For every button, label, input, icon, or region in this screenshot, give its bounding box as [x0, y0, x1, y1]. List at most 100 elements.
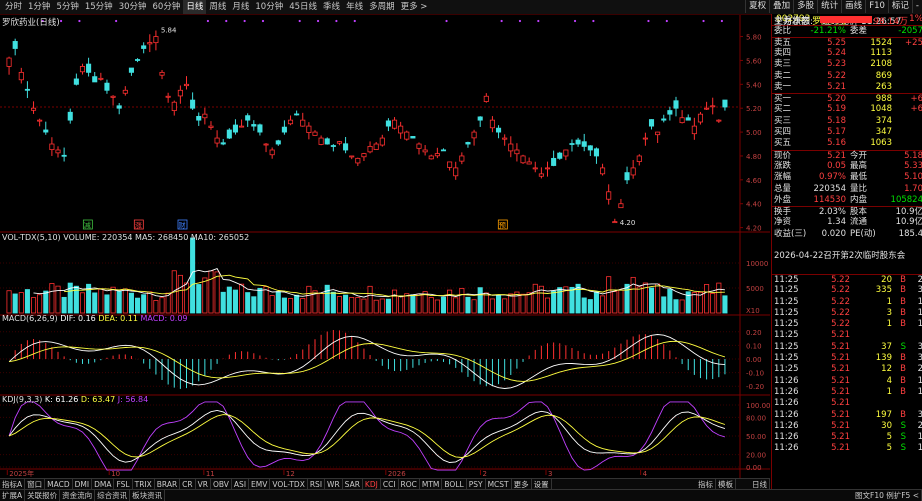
tick-row: 11:25 5.21 139 B 3	[772, 353, 922, 364]
volume-bar	[551, 290, 557, 314]
candle	[324, 137, 330, 145]
tick-row: 11:26 5.21 30 S 2	[772, 421, 922, 432]
candle	[349, 155, 355, 160]
tick-time: 11:26	[774, 386, 799, 397]
extension-tab[interactable]: 资金流向	[60, 490, 96, 501]
price-tick-label: 5.00	[746, 129, 762, 137]
period-tab[interactable]: 10分钟	[252, 0, 286, 14]
tick-price: 5.21	[831, 443, 850, 454]
period-tab[interactable]: 周线	[206, 0, 229, 14]
tick-volume: 5	[886, 443, 892, 454]
tool-button[interactable]: 标记	[887, 0, 912, 13]
volume-bar	[287, 298, 294, 314]
bid-label: 买三	[774, 115, 792, 126]
extension-tab[interactable]: 关联报价	[25, 490, 61, 501]
volume-bar	[667, 288, 673, 314]
candle	[618, 198, 624, 209]
period-tab[interactable]: 1分钟	[25, 0, 53, 14]
volume-bar	[79, 292, 86, 314]
stat-label: 最低	[850, 172, 868, 183]
candle	[153, 30, 159, 51]
period-tab[interactable]: 多周期	[366, 0, 398, 14]
tool-button[interactable]: 多股	[793, 0, 817, 13]
low-annotation: 4.20	[620, 219, 636, 227]
tick-count: 3	[917, 341, 922, 352]
volume-bar	[526, 292, 532, 314]
tool-button[interactable]: F10	[865, 0, 888, 13]
ask-label: 卖二	[774, 70, 792, 81]
macd-tick-label: -0.10	[746, 370, 764, 378]
tool-button[interactable]: 画线	[841, 0, 865, 13]
period-tab[interactable]: 45日线	[286, 0, 320, 14]
period-tab[interactable]: 年线	[343, 0, 366, 14]
event-tag[interactable]: 预	[497, 219, 508, 230]
period-tab[interactable]: 季线	[320, 0, 343, 14]
volume-bar	[624, 283, 630, 314]
bid-volume: 347	[875, 127, 892, 137]
candle	[232, 119, 238, 135]
extension-tab[interactable]: 扩展A	[0, 490, 26, 501]
tool-button[interactable]: 夏权	[745, 0, 769, 13]
signal-dot	[261, 19, 265, 23]
event-tag[interactable]: 减	[82, 219, 93, 230]
tick-count: 1	[917, 319, 922, 330]
price-tick-label: 4.40	[746, 201, 762, 209]
signal-dot	[225, 19, 228, 23]
period-tab[interactable]: 更多 >	[398, 0, 431, 14]
candle	[655, 131, 661, 144]
tick-count: 3	[917, 353, 922, 363]
signal-dot	[445, 19, 448, 23]
period-tab[interactable]: 月线	[229, 0, 252, 14]
date-label: 2	[482, 470, 486, 478]
f10-link[interactable]: 图文F10 例扩F5 <	[853, 490, 922, 501]
volume-bar	[502, 298, 508, 314]
tick-time: 11:26	[774, 432, 799, 443]
period-tab[interactable]: 日线	[183, 0, 207, 14]
volume-bar	[398, 295, 404, 314]
stat-row: 现价 5.21 今开 5.18	[772, 149, 922, 162]
candle	[361, 152, 367, 162]
weibi-row: 委比 -21.21% 委差 -2057	[772, 25, 922, 37]
tool-button[interactable]: 叠加	[769, 0, 793, 13]
tool-button[interactable]: 统计	[817, 0, 841, 13]
period-tab[interactable]: 60分钟	[150, 0, 184, 14]
stat2-row: 净资 1.34 流通 10.9亿	[772, 217, 922, 228]
tool-button[interactable]: -	[911, 0, 922, 13]
period-tab[interactable]: 5分钟	[53, 0, 81, 14]
period-tab[interactable]: 分时	[2, 0, 25, 14]
stat-row: 总量 220354 量比 1.70	[772, 184, 922, 195]
kdj-k: K: 61.26	[44, 395, 79, 404]
tick-row: 11:26 5.21 5 S 1	[772, 443, 922, 454]
extension-tab[interactable]: 综合资讯	[95, 490, 131, 501]
kline-chart-svg[interactable]: 5.80 5.60 5.40 5.20 5.00 4.80 4.60 4.40 4.20 5.84…	[0, 15, 771, 478]
tick-volume: 30	[881, 420, 892, 431]
kdj-j-line	[8, 401, 726, 471]
vol-header: VOL-TDX(5,10) VOLUME: 220354 MA5: 268450…	[2, 233, 249, 242]
kline-chart-area[interactable]: 5.80 5.60 5.40 5.20 5.00 4.80 4.60 4.40 4.20 5.84…	[0, 15, 771, 478]
stat-label: 净资	[774, 217, 792, 228]
candle	[581, 133, 587, 152]
event-tag[interactable]: 涨	[133, 219, 144, 230]
volume-bar	[177, 274, 183, 314]
volume-bar	[12, 293, 18, 314]
volume-bar	[306, 285, 312, 314]
candle	[226, 128, 232, 140]
stat-label: 外盘	[774, 194, 792, 205]
period-tab[interactable]: 15分钟	[82, 0, 116, 14]
bid-price: 5.17	[827, 127, 846, 137]
event-tag[interactable]: 财	[177, 219, 188, 230]
candle	[208, 121, 214, 130]
tick-price: 5.22	[831, 307, 850, 318]
date-label: 3	[548, 470, 552, 478]
tick-direction: B	[900, 375, 906, 386]
tick-row: 11:25 5.21 12 B 2	[772, 364, 922, 375]
tick-price: 5.21	[831, 341, 850, 352]
candle	[447, 161, 453, 171]
volume-bar	[391, 289, 398, 314]
period-tabs: 分时 1分钟 5分钟 15分钟 30分钟 60分钟 日线 周线 月线 10分钟 45日线 季线 年线 多周…	[2, 0, 430, 14]
volume-bar	[440, 296, 447, 314]
stat-value: 220354	[813, 183, 846, 194]
period-tab[interactable]: 30分钟	[116, 0, 150, 14]
extension-tab[interactable]: 板块资讯	[130, 490, 166, 501]
volume-bar	[98, 288, 104, 314]
